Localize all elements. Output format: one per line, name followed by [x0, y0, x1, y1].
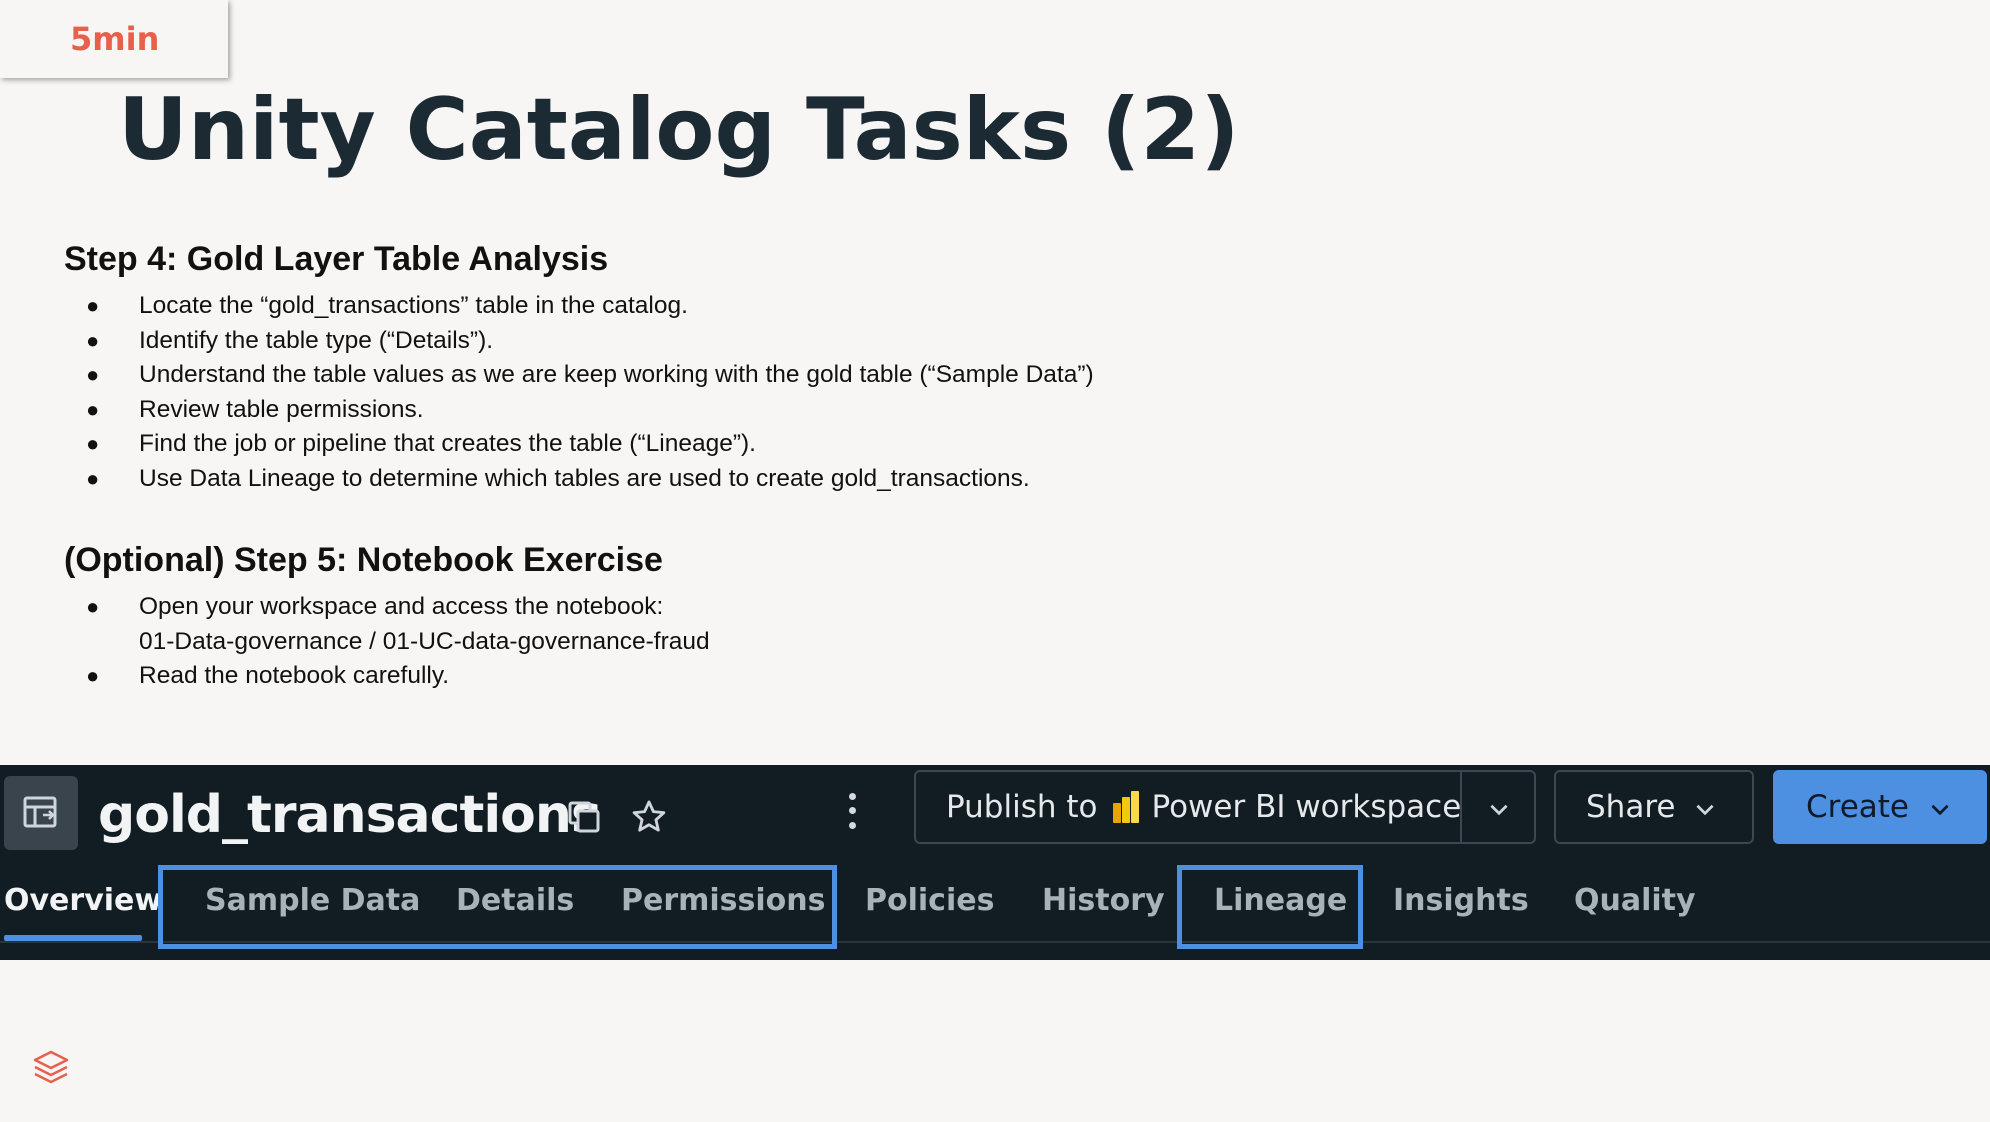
step4-heading: Step 4: Gold Layer Table Analysis	[64, 240, 609, 278]
tab-history[interactable]: History	[1042, 883, 1165, 918]
bullet-icon: ●	[86, 431, 100, 456]
list-item: ● Open your workspace and access the note…	[64, 590, 710, 659]
highlight-box-lineage	[1177, 865, 1363, 949]
databricks-logo-icon	[32, 1048, 70, 1088]
bullet-icon: ●	[86, 594, 100, 619]
bullet-icon: ●	[86, 465, 100, 491]
list-item: ● Review table permissions.	[64, 393, 1094, 428]
bullet-icon: ●	[86, 327, 100, 353]
notebook-path: 01-Data-governance / 01-UC-data-governan…	[139, 627, 710, 655]
step4-list: ● Locate the “gold_transactions” table in…	[64, 289, 1094, 496]
step5-list: ● Open your workspace and access the note…	[64, 590, 710, 694]
share-label: Share	[1586, 789, 1676, 825]
chevron-down-icon	[1927, 794, 1953, 830]
tab-bar: Overview Sample Data Details Permissions…	[0, 863, 1990, 949]
bullet-icon: ●	[86, 362, 100, 387]
step5-section: (Optional) Step 5: Notebook Exercise ● Op…	[64, 541, 710, 694]
create-button[interactable]: Create	[1773, 770, 1987, 844]
list-item: ● Understand the table values as we are k…	[64, 358, 1094, 393]
step4-section: Step 4: Gold Layer Table Analysis ● Locat…	[64, 240, 1094, 496]
table-name: gold_transactions	[98, 785, 602, 845]
tab-insights[interactable]: Insights	[1393, 883, 1529, 918]
list-item: ● Read the notebook carefully.	[64, 659, 710, 694]
list-item: ● Find the job or pipeline that creates t…	[64, 427, 1094, 462]
bullet-icon: ●	[86, 396, 100, 422]
list-item: ● Identify the table type (“Details”).	[64, 324, 1094, 359]
table-header-screenshot: gold_transactions Publish to Power BI wo…	[0, 765, 1990, 960]
time-badge: 5min	[0, 0, 228, 78]
button-divider	[1460, 772, 1462, 842]
publish-target: Power BI workspace	[1151, 789, 1462, 825]
time-badge-label: 5min	[70, 20, 160, 58]
create-label: Create	[1806, 789, 1910, 825]
star-icon[interactable]	[627, 795, 671, 839]
slide-title: Unity Catalog Tasks (2)	[118, 80, 1240, 180]
chevron-down-icon[interactable]	[1486, 794, 1512, 830]
copy-icon[interactable]	[562, 795, 606, 839]
highlight-box-sample-details-permissions	[158, 865, 837, 949]
list-item: ● Use Data Lineage to determine which tab…	[64, 462, 1094, 497]
publish-prefix: Publish to	[946, 789, 1098, 825]
tab-quality[interactable]: Quality	[1574, 883, 1696, 918]
tab-overview[interactable]: Overview	[4, 883, 162, 918]
step5-heading: (Optional) Step 5: Notebook Exercise	[64, 541, 663, 579]
bullet-icon: ●	[86, 663, 100, 688]
table-icon	[4, 776, 78, 850]
kebab-menu-icon[interactable]	[838, 789, 866, 833]
share-button[interactable]: Share	[1554, 770, 1754, 844]
publish-to-powerbi-button[interactable]: Publish to Power BI workspace	[914, 770, 1536, 844]
chevron-down-icon	[1692, 794, 1718, 830]
active-tab-indicator	[4, 935, 142, 941]
tab-policies[interactable]: Policies	[865, 883, 994, 918]
list-item: ● Locate the “gold_transactions” table in…	[64, 289, 1094, 324]
bullet-icon: ●	[86, 293, 100, 318]
power-bi-icon	[1111, 789, 1141, 825]
